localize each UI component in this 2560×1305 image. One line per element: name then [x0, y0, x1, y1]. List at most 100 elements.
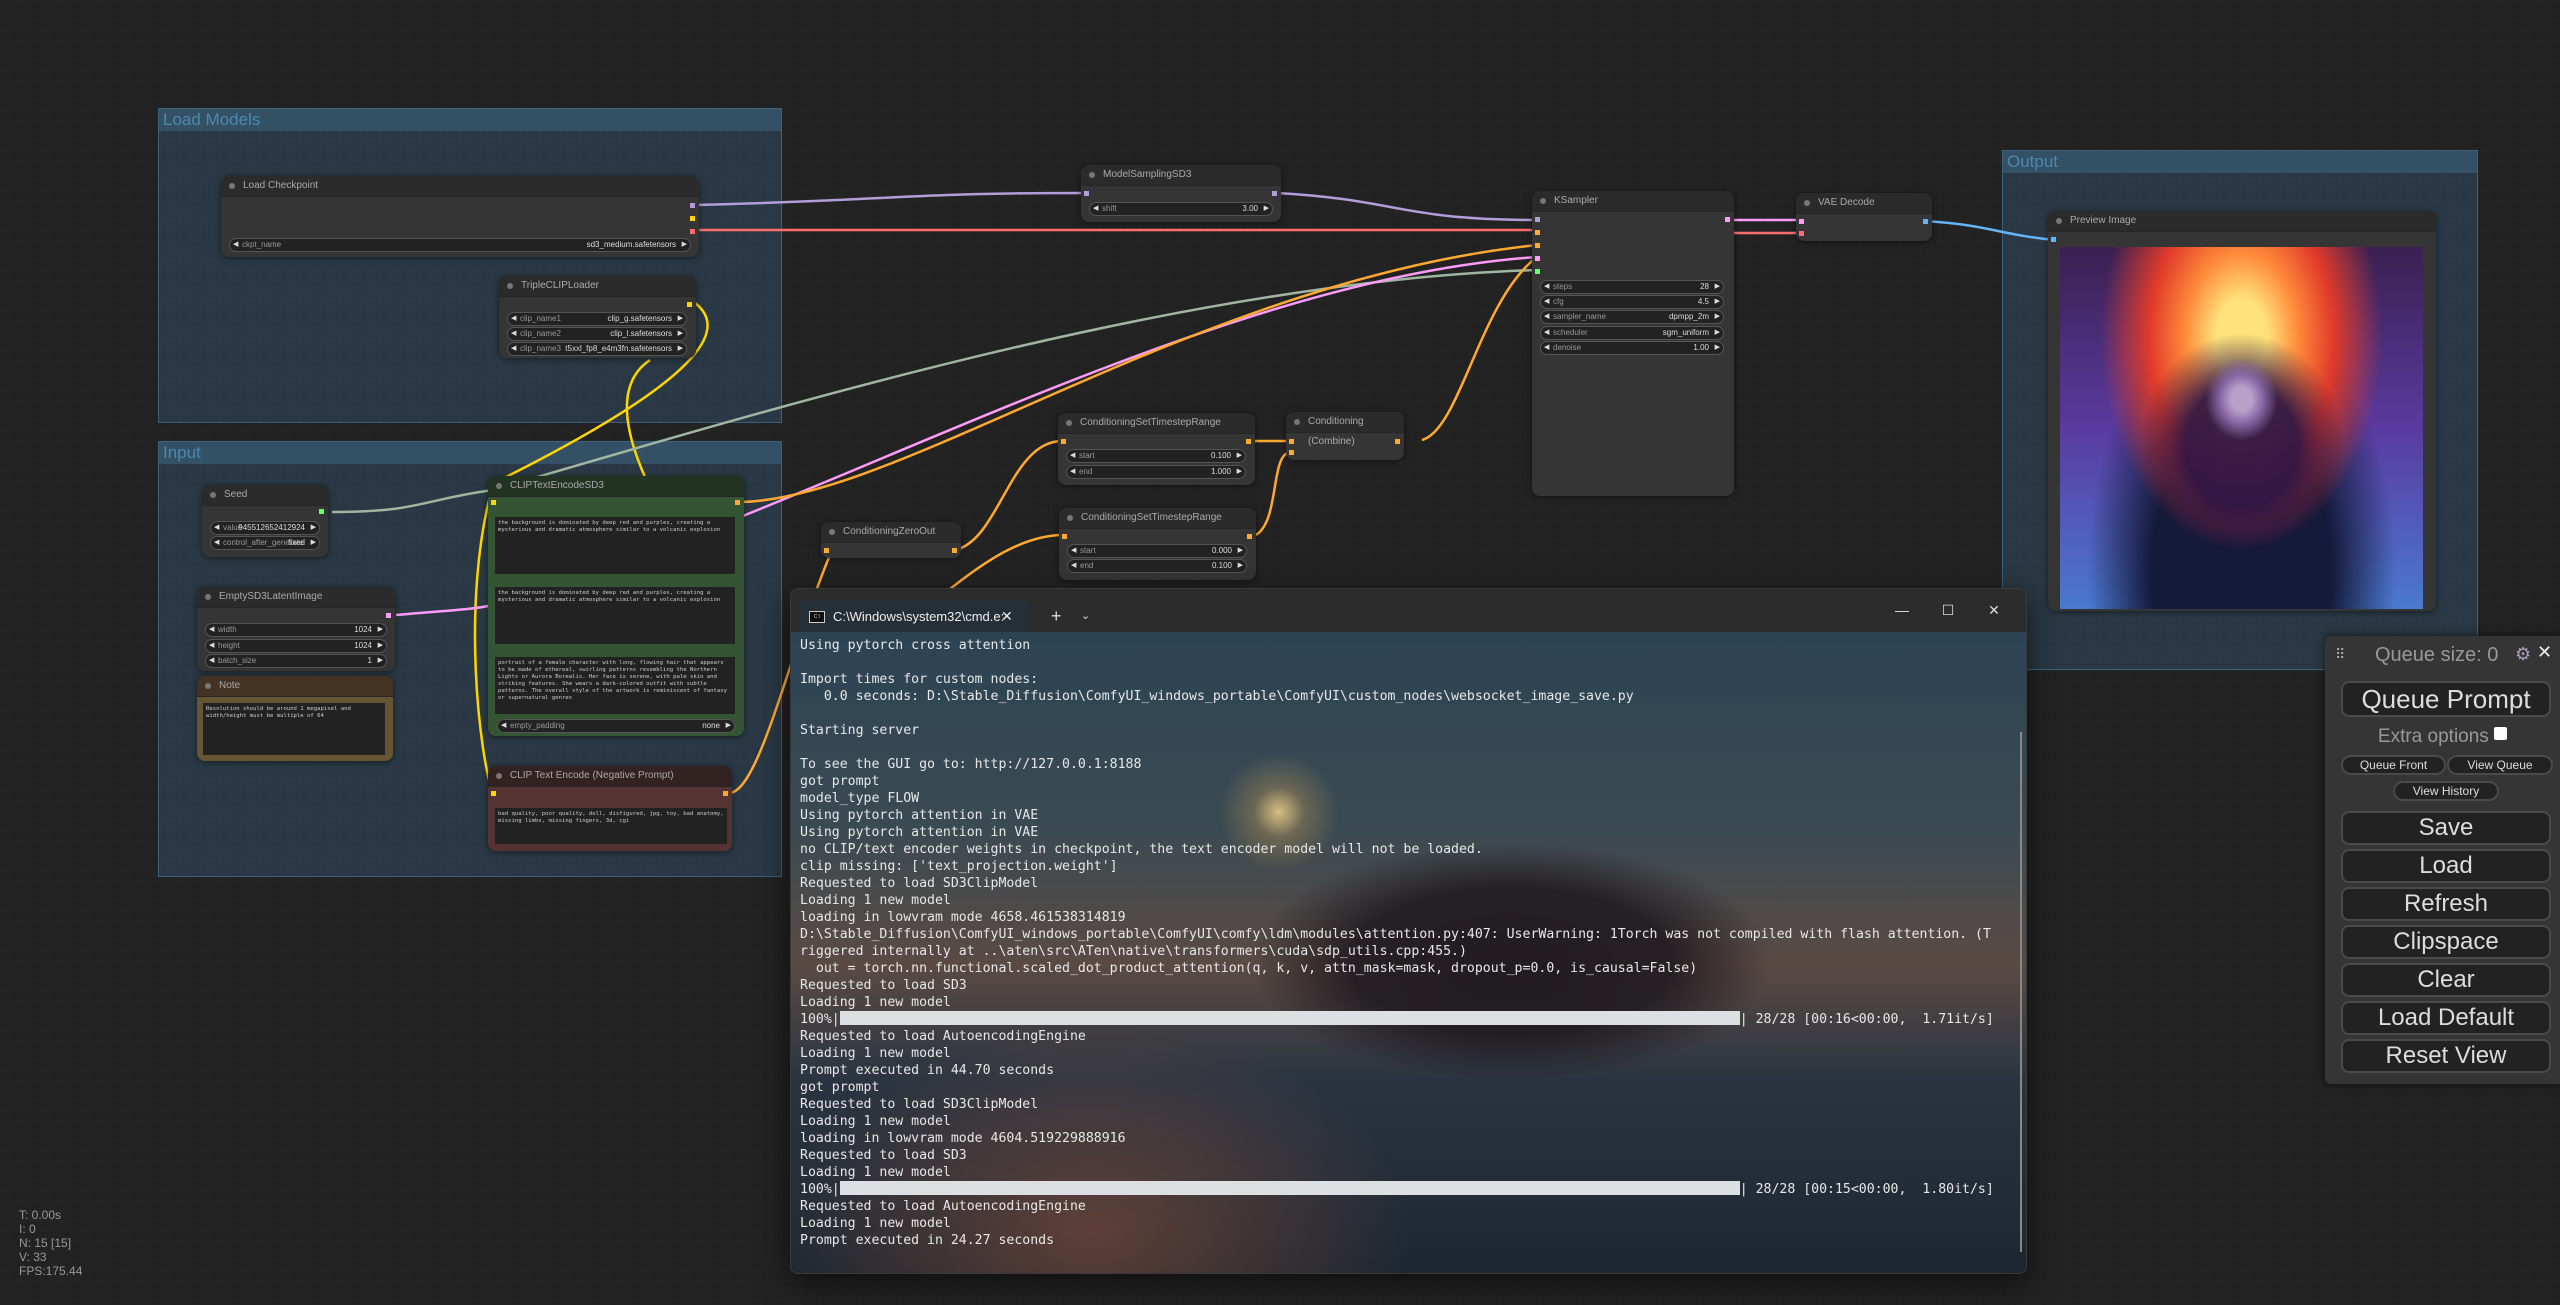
textarea-clip-l[interactable]: the background is dominated by deep red … [495, 517, 735, 574]
output-slot-conditioning[interactable] [1395, 439, 1400, 444]
widget-scheduler[interactable]: ◀ scheduler sgm_uniform ▶ [1540, 326, 1724, 340]
widget-sampler-name[interactable]: ◀ sampler_name dpmpp_2m ▶ [1540, 310, 1724, 324]
decrement-arrow-icon[interactable]: ◀ [1544, 296, 1549, 308]
input-slot-negative[interactable] [1535, 243, 1540, 248]
output-slot-conditioning[interactable] [1247, 534, 1252, 539]
queue-panel[interactable]: ⠿ Queue size: 0 ⚙ ✕ Queue Prompt Extra o… [2325, 636, 2560, 1084]
input-slot-clip[interactable] [491, 500, 496, 505]
input-slot-clip[interactable] [491, 791, 496, 796]
node-conditioning-zero-out[interactable]: ConditioningZeroOut [821, 522, 961, 558]
decrement-arrow-icon[interactable]: ◀ [511, 328, 516, 340]
decrement-arrow-icon[interactable]: ◀ [1071, 560, 1076, 572]
increment-arrow-icon[interactable]: ▶ [1238, 560, 1243, 572]
increment-arrow-icon[interactable]: ▶ [1715, 342, 1720, 354]
widget-cfg[interactable]: ◀ cfg 4.5 ▶ [1540, 295, 1724, 309]
view-queue-button[interactable]: View Queue [2447, 755, 2553, 775]
input-slot-images[interactable] [2051, 237, 2056, 242]
output-slot-model[interactable] [690, 203, 695, 208]
extra-options-checkbox[interactable] [2494, 727, 2508, 740]
node-conditioning-set-timestep-range-1[interactable]: ConditioningSetTimestepRange ◀ start 0.100… [1058, 413, 1255, 485]
decrement-arrow-icon[interactable]: ◀ [1544, 311, 1549, 323]
increment-arrow-icon[interactable]: ▶ [1715, 296, 1720, 308]
clear-button[interactable]: Clear [2341, 963, 2551, 997]
tab-close-icon[interactable]: ✕ [1001, 601, 1013, 632]
decrement-arrow-icon[interactable]: ◀ [209, 624, 214, 636]
widget-seed-value[interactable]: ◀ value 945512652412924 ▶ [210, 521, 320, 535]
output-slot-latent[interactable] [1725, 217, 1730, 222]
node-conditioning-set-timestep-range-2[interactable]: ConditioningSetTimestepRange ◀ start 0.000… [1059, 508, 1256, 580]
widget-start[interactable]: ◀ start 0.000 ▶ [1067, 544, 1247, 558]
decrement-arrow-icon[interactable]: ◀ [1093, 203, 1098, 215]
decrement-arrow-icon[interactable]: ◀ [511, 313, 516, 325]
node-triple-clip-loader[interactable]: TripleCLIPLoader ◀ clip_name1 clip_g.safet… [499, 276, 696, 358]
input-slot-conditioning[interactable] [1062, 534, 1067, 539]
output-slot-vae[interactable] [690, 229, 695, 234]
preview-image-output[interactable] [2060, 247, 2423, 609]
new-tab-icon[interactable]: + [1051, 601, 1062, 632]
input-slot-model[interactable] [1084, 191, 1089, 196]
increment-arrow-icon[interactable]: ▶ [678, 328, 683, 340]
increment-arrow-icon[interactable]: ▶ [1715, 281, 1720, 293]
terminal-titlebar[interactable]: C:\ C:\Windows\system32\cmd.e: ✕ + ⌄ — ☐… [791, 589, 2026, 632]
node-clip-text-encode-negative[interactable]: CLIP Text Encode (Negative Prompt) bad q… [488, 766, 732, 851]
increment-arrow-icon[interactable]: ▶ [378, 655, 383, 667]
widget-clip-name1[interactable]: ◀ clip_name1 clip_g.safetensors ▶ [507, 312, 687, 326]
decrement-arrow-icon[interactable]: ◀ [1544, 342, 1549, 354]
node-model-sampling-sd3[interactable]: ModelSamplingSD3 ◀ shift 3.00 ▶ [1081, 165, 1281, 222]
decrement-arrow-icon[interactable]: ◀ [214, 522, 219, 534]
decrement-arrow-icon[interactable]: ◀ [1544, 281, 1549, 293]
output-slot-latent[interactable] [386, 613, 391, 618]
increment-arrow-icon[interactable]: ▶ [726, 720, 731, 732]
terminal-window[interactable]: C:\ C:\Windows\system32\cmd.e: ✕ + ⌄ — ☐… [790, 588, 2027, 1274]
node-note[interactable]: Note Resolution should be around 1 megap… [197, 676, 393, 761]
increment-arrow-icon[interactable]: ▶ [311, 537, 316, 549]
output-slot-conditioning[interactable] [952, 548, 957, 553]
queue-front-button[interactable]: Queue Front [2341, 755, 2446, 775]
increment-arrow-icon[interactable]: ▶ [682, 239, 687, 251]
decrement-arrow-icon[interactable]: ◀ [1071, 545, 1076, 557]
node-vae-decode[interactable]: VAE Decode [1796, 193, 1932, 241]
increment-arrow-icon[interactable]: ▶ [1237, 466, 1242, 478]
terminal-scrollbar[interactable] [2020, 732, 2022, 1252]
terminal-tab[interactable]: C:\ C:\Windows\system32\cmd.e: ✕ [799, 601, 1029, 632]
input-slot-seed[interactable] [1535, 269, 1540, 274]
widget-end[interactable]: ◀ end 1.000 ▶ [1066, 465, 1246, 479]
minimize-icon[interactable]: — [1879, 589, 1925, 632]
output-slot-conditioning[interactable] [735, 500, 740, 505]
widget-clip-name2[interactable]: ◀ clip_name2 clip_l.safetensors ▶ [507, 327, 687, 341]
widget-ckpt-name[interactable]: ◀ ckpt_name sd3_medium.safetensors ▶ [229, 238, 691, 252]
note-textarea[interactable]: Resolution should be around 1 megapixel … [203, 703, 385, 755]
chevron-down-icon[interactable]: ⌄ [1081, 601, 1090, 632]
increment-arrow-icon[interactable]: ▶ [678, 343, 683, 355]
input-slot-positive[interactable] [1535, 230, 1540, 235]
decrement-arrow-icon[interactable]: ◀ [1070, 450, 1075, 462]
input-slot-conditioning[interactable] [1061, 439, 1066, 444]
output-slot-image[interactable] [1923, 219, 1928, 224]
output-slot-int[interactable] [319, 509, 324, 514]
widget-clip-name3[interactable]: ◀ clip_name3 t5xxl_fp8_e4m3fn.safetensors ▶ [507, 342, 687, 356]
view-history-button[interactable]: View History [2393, 781, 2499, 801]
textarea-t5xxl[interactable]: portrait of a female character with long… [495, 657, 735, 714]
node-clip-text-encode-sd3[interactable]: CLIPTextEncodeSD3 the background is domi… [488, 476, 744, 736]
widget-height[interactable]: ◀ height 1024 ▶ [205, 639, 387, 653]
increment-arrow-icon[interactable]: ▶ [1238, 545, 1243, 557]
input-slot-conditioning-1[interactable] [1289, 439, 1294, 444]
widget-start[interactable]: ◀ start 0.100 ▶ [1066, 449, 1246, 463]
widget-shift[interactable]: ◀ shift 3.00 ▶ [1089, 202, 1273, 216]
increment-arrow-icon[interactable]: ▶ [1715, 311, 1720, 323]
terminal-output[interactable]: Using pytorch cross attention Import tim… [791, 632, 2026, 1273]
refresh-button[interactable]: Refresh [2341, 887, 2551, 921]
output-slot-clip[interactable] [690, 216, 695, 221]
node-seed[interactable]: Seed ◀ value 945512652412924 ▶ ◀ control_aft… [202, 485, 328, 557]
drag-handle-icon[interactable]: ⠿ [2335, 646, 2345, 663]
increment-arrow-icon[interactable]: ▶ [311, 522, 316, 534]
decrement-arrow-icon[interactable]: ◀ [511, 343, 516, 355]
decrement-arrow-icon[interactable]: ◀ [1070, 466, 1075, 478]
load-button[interactable]: Load [2341, 849, 2551, 883]
output-slot-conditioning[interactable] [723, 791, 728, 796]
node-load-checkpoint[interactable]: Load Checkpoint ◀ ckpt_name sd3_medium.s… [221, 176, 699, 257]
increment-arrow-icon[interactable]: ▶ [378, 640, 383, 652]
widget-batch-size[interactable]: ◀ batch_size 1 ▶ [205, 654, 387, 668]
node-conditioning-combine[interactable]: Conditioning (Combine) [1286, 412, 1404, 460]
increment-arrow-icon[interactable]: ▶ [1264, 203, 1269, 215]
